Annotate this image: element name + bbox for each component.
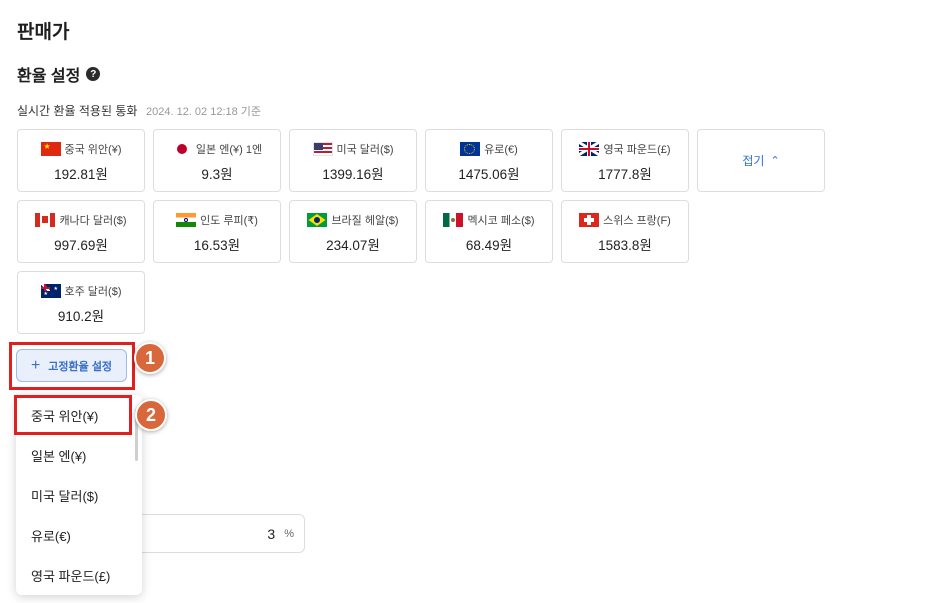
currency-card-mxn: 멕시코 페소($) 68.49원 xyxy=(425,200,553,263)
flag-australia-icon: ★ ★ xyxy=(40,284,61,298)
currency-value: 1777.8원 xyxy=(598,167,652,182)
margin-percent-value: 3 xyxy=(267,525,276,542)
currency-value: 16.53원 xyxy=(193,238,241,253)
flag-eu-icon xyxy=(460,142,481,156)
highlight-box-step1 xyxy=(9,342,135,390)
margin-percent-input[interactable]: 3 % xyxy=(130,514,305,553)
currency-card-usd: 미국 달러($) 1399.16원 xyxy=(289,129,417,192)
currency-value: 997.69원 xyxy=(54,238,108,253)
currency-card-gbp: 영국 파운드(£) 1777.8원 xyxy=(561,129,689,192)
currency-label: 일본 엔(¥) 1엔 xyxy=(195,144,263,156)
currency-card-inr: 인도 루피(₹) 16.53원 xyxy=(153,200,281,263)
flag-uk-icon xyxy=(579,142,600,156)
flag-india-icon xyxy=(176,213,197,227)
flag-usa-icon xyxy=(312,142,333,156)
currency-label: 유로(€) xyxy=(484,144,518,156)
currency-label: 영국 파운드(£) xyxy=(603,144,671,156)
chevron-up-icon: ⌃ xyxy=(770,155,780,167)
currency-label: 스위스 프랑(F) xyxy=(603,215,671,227)
flag-china-icon: ★ xyxy=(40,142,61,156)
dropdown-option-gbp[interactable]: 영국 파운드(£) xyxy=(16,555,142,595)
currency-card-aud: ★ ★ 호주 달러($) 910.2원 xyxy=(17,271,145,334)
exchange-rate-title: 환율 설정 xyxy=(17,68,81,85)
currency-value: 1583.8원 xyxy=(598,238,652,253)
dropdown-option-usd[interactable]: 미국 달러($) xyxy=(16,475,142,515)
currency-value: 9.3원 xyxy=(201,167,233,182)
currency-label: 브라질 헤알($) xyxy=(331,215,399,227)
dropdown-option-jpy[interactable]: 일본 엔(¥) xyxy=(16,435,142,475)
step-badge-2: 2 xyxy=(135,399,167,431)
currency-label: 멕시코 페소($) xyxy=(467,215,535,227)
highlight-box-step2 xyxy=(14,395,132,435)
dropdown-option-eur[interactable]: 유로(€) xyxy=(16,515,142,555)
flag-switzerland-icon xyxy=(579,213,600,227)
realtime-label: 실시간 환율 적용된 통화 xyxy=(17,104,138,118)
currency-label: 호주 달러($) xyxy=(64,286,122,298)
flag-brazil-icon xyxy=(307,213,328,227)
exchange-rate-heading: 환율 설정 ? xyxy=(17,62,101,86)
percent-unit: % xyxy=(284,527,294,540)
fold-button[interactable]: 접기 ⌃ xyxy=(697,129,825,192)
step-badge-1: 1 xyxy=(134,342,166,374)
currency-value: 1399.16원 xyxy=(322,167,384,182)
currency-value: 68.49원 xyxy=(465,238,513,253)
fold-label: 접기 xyxy=(742,154,765,168)
currency-value: 910.2원 xyxy=(57,309,105,324)
flag-mexico-icon xyxy=(443,213,464,227)
currency-value: 234.07원 xyxy=(326,238,380,253)
flag-canada-icon xyxy=(35,213,56,227)
realtime-timestamp: 2024. 12. 02 12:18 기준 xyxy=(146,106,262,118)
question-circle-icon[interactable]: ? xyxy=(86,67,101,81)
currency-card-jpy: 일본 엔(¥) 1엔 9.3원 xyxy=(153,129,281,192)
currency-card-eur: 유로(€) 1475.06원 xyxy=(425,129,553,192)
currency-label: 인도 루피(₹) xyxy=(200,215,258,227)
currency-value: 1475.06원 xyxy=(458,167,520,182)
currency-card-cny: ★ 중국 위안(¥) 192.81원 xyxy=(17,129,145,192)
currency-label: 캐나다 달러($) xyxy=(59,215,127,227)
currency-label: 미국 달러($) xyxy=(336,144,394,156)
sale-price-page: 판매가 환율 설정 ? 실시간 환율 적용된 통화 2024. 12. 02 1… xyxy=(0,0,926,603)
flag-japan-icon xyxy=(171,142,192,156)
currency-card-brl: 브라질 헤알($) 234.07원 xyxy=(289,200,417,263)
currency-card-chf: 스위스 프랑(F) 1583.8원 xyxy=(561,200,689,263)
currency-value: 192.81원 xyxy=(54,167,108,182)
currency-card-cad: 캐나다 달러($) 997.69원 xyxy=(17,200,145,263)
currency-label: 중국 위안(¥) xyxy=(64,144,122,156)
page-title: 판매가 xyxy=(17,22,70,43)
